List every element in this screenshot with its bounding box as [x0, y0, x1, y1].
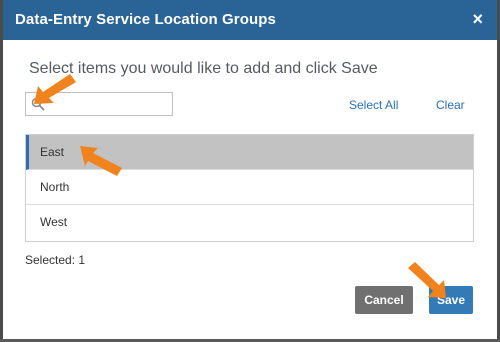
- search-icon: [31, 97, 45, 111]
- location-groups-modal: Data-Entry Service Location Groups × Sel…: [3, 0, 497, 339]
- list-item-north[interactable]: North: [26, 170, 473, 205]
- cancel-button[interactable]: Cancel: [355, 286, 413, 314]
- search-box[interactable]: [25, 92, 173, 116]
- close-icon[interactable]: ×: [472, 9, 483, 29]
- modal-header: Data-Entry Service Location Groups ×: [3, 0, 497, 40]
- list-item-west[interactable]: West: [26, 205, 473, 240]
- search-input[interactable]: [46, 95, 172, 115]
- list-item-east[interactable]: East: [26, 135, 473, 170]
- clear-link[interactable]: Clear: [436, 98, 465, 112]
- select-all-link[interactable]: Select All: [349, 98, 398, 112]
- selected-count: Selected: 1: [25, 253, 86, 267]
- instruction-text: Select items you would like to add and c…: [29, 60, 378, 77]
- save-button[interactable]: Save: [429, 286, 473, 314]
- modal-title: Data-Entry Service Location Groups: [15, 11, 276, 28]
- location-group-list: East North West: [25, 134, 474, 242]
